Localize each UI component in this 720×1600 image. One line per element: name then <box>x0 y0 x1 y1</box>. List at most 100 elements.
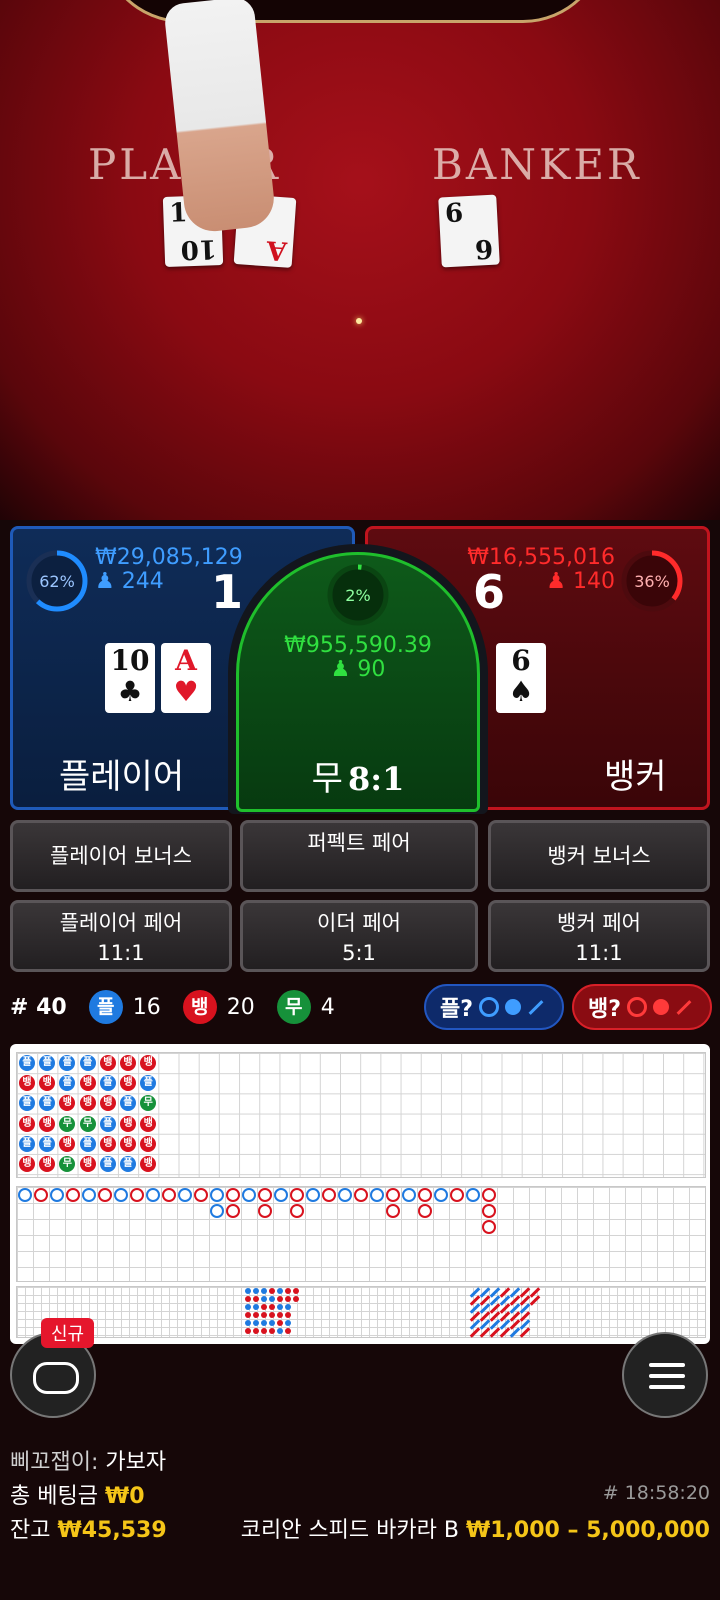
derived-road-cell <box>277 1312 283 1318</box>
tie-odds: 8:1 <box>348 760 405 798</box>
banker-bettor-number: 140 <box>573 569 615 594</box>
big-road-cell <box>162 1188 176 1202</box>
tie-percent-text: 2% <box>345 586 370 605</box>
perfect-pair-button[interactable]: 퍼펙트 페어 <box>240 820 478 892</box>
player-percent-ring: 62% <box>26 550 88 612</box>
derived-road-cell <box>285 1328 291 1334</box>
nickname-row: 삐꼬잽이: 가보자 <box>10 1444 166 1476</box>
derived-road-cell <box>253 1312 259 1318</box>
round-stats: # 40 플 16 뱅 20 무 4 <box>10 990 335 1024</box>
bead-road-cell: 뱅 <box>140 1135 157 1152</box>
big-road-cell <box>418 1204 432 1218</box>
bead-road-cell: 무 <box>79 1115 96 1132</box>
big-road-cell <box>338 1188 352 1202</box>
bead-road-cell: 뱅 <box>120 1115 136 1132</box>
ask-player-button[interactable]: 플? <box>424 984 564 1030</box>
player-label: 플레이어 <box>59 757 185 797</box>
player-score: 1 <box>211 565 244 619</box>
banker-bonus-button[interactable]: 뱅커 보너스 <box>488 820 710 892</box>
nickname-value: 가보자 <box>105 1450 167 1475</box>
big-road-cell <box>290 1188 304 1202</box>
derived-road-cell <box>293 1288 299 1294</box>
derived-road-cell <box>261 1296 267 1302</box>
player-pair-button[interactable]: 플레이어 페어 11:1 <box>10 900 232 972</box>
big-road <box>16 1186 706 1282</box>
big-road-cell <box>418 1188 432 1202</box>
derived-road-cell <box>261 1312 267 1318</box>
bead-road-cell: 플 <box>79 1135 96 1152</box>
bead-road-cell: 뱅 <box>140 1115 157 1132</box>
big-road-cell <box>34 1188 48 1202</box>
derived-road-cell <box>261 1288 267 1294</box>
ring-icon <box>479 997 500 1017</box>
bead-road-cell: 뱅 <box>79 1075 96 1092</box>
derived-road-cell <box>245 1328 251 1334</box>
banker-percent-text: 36% <box>634 572 670 591</box>
either-pair-button[interactable]: 이더 페어 5:1 <box>240 900 478 972</box>
banker-label: 뱅커 <box>604 757 667 797</box>
player-card-1: 10 ♣ <box>105 643 155 713</box>
menu-button[interactable] <box>622 1332 708 1418</box>
big-road-cell <box>466 1188 480 1202</box>
bead-road-cell: 뱅 <box>140 1055 157 1071</box>
player-percent-text: 62% <box>39 572 75 591</box>
player-bettor-number: 244 <box>121 569 164 594</box>
bead-road-cell: 뱅 <box>99 1095 116 1112</box>
bead-road-cell: 무 <box>140 1095 157 1112</box>
big-road-cell <box>226 1204 240 1218</box>
round-number: # 40 <box>10 994 67 1020</box>
big-road-cell <box>402 1188 416 1202</box>
player-pair-odds: 11:1 <box>97 941 145 965</box>
big-road-cell <box>482 1220 496 1234</box>
derived-road-cell <box>245 1304 251 1310</box>
big-road-cell <box>386 1188 400 1202</box>
bead-road-cell: 뱅 <box>39 1075 56 1092</box>
tie-bet-area[interactable]: 2% ₩955,590.39 ♟ 90 무 8:1 <box>236 552 480 812</box>
bead-road-cell: 플 <box>39 1055 56 1071</box>
total-bet-row: 총 베팅금 ₩0 <box>10 1478 145 1510</box>
ask-banker-button[interactable]: 뱅? <box>572 984 712 1030</box>
tie-percent-ring: 2% <box>327 564 389 626</box>
scoreboard-roadmap[interactable]: 플뱅플뱅플뱅플뱅플뱅플뱅플플뱅무뱅무플뱅뱅무플뱅뱅플뱅플뱅플뱅뱅플뱅뱅플뱅플무뱅… <box>10 1044 710 1344</box>
bead-road-cell: 플 <box>120 1156 136 1172</box>
player-bonus-button[interactable]: 플레이어 보너스 <box>10 820 232 892</box>
derived-road-cell <box>245 1296 251 1302</box>
tie-bet-total: ₩955,590.39 <box>284 633 432 658</box>
bead-road-cell: 뱅 <box>79 1156 96 1172</box>
derived-road-cell <box>269 1320 275 1326</box>
derived-road-cell <box>277 1328 283 1334</box>
derived-road-cell <box>269 1312 275 1318</box>
derived-road-cell <box>277 1288 283 1294</box>
derived-road-cell <box>253 1304 259 1310</box>
bead-road-cell: 뱅 <box>19 1115 35 1132</box>
bead-road-cell: 뱅 <box>140 1156 157 1172</box>
table-name: 코리안 스피드 바카라 B <box>240 1518 459 1543</box>
slash-icon <box>528 999 544 1015</box>
derived-road-cell <box>277 1304 283 1310</box>
derived-road-cell <box>269 1288 275 1294</box>
derived-road-cell <box>261 1320 267 1326</box>
tie-stat-badge: 무 <box>276 990 311 1024</box>
big-road-cell <box>210 1188 224 1202</box>
derived-road-cell <box>285 1312 291 1318</box>
banker-pair-button[interactable]: 뱅커 페어 11:1 <box>488 900 710 972</box>
bead-road-cell: 플 <box>59 1055 76 1071</box>
user-icon: ♟ <box>95 569 115 594</box>
derived-road-cell <box>269 1328 275 1334</box>
bead-road-cell: 뱅 <box>59 1135 76 1152</box>
big-road-cell <box>450 1188 464 1202</box>
big-road-cell <box>434 1188 448 1202</box>
big-road-cell <box>82 1188 96 1202</box>
bead-road-cell: 플 <box>59 1075 76 1092</box>
table-info: 코리안 스피드 바카라 B ₩1,000 – 5,000,000 <box>241 1512 710 1544</box>
tie-bettor-number: 90 <box>357 657 386 682</box>
big-road-cell <box>50 1188 64 1202</box>
big-road-cell <box>130 1188 144 1202</box>
derived-road-cell <box>253 1288 259 1294</box>
slash-icon <box>676 999 692 1015</box>
bead-road-cell: 플 <box>19 1135 35 1152</box>
derived-road-cell <box>285 1288 291 1294</box>
tie-label: 무 <box>311 759 343 799</box>
ask-banker-label: 뱅? <box>588 997 622 1022</box>
tie-count: 4 <box>320 994 335 1020</box>
